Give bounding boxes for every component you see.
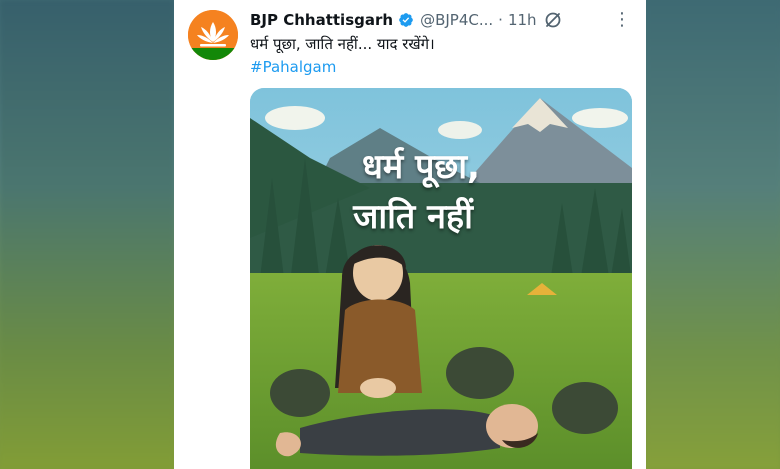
author-handle[interactable]: @BJP4C...: [420, 11, 493, 29]
bjp-lotus-logo: [188, 10, 238, 60]
tweet-media-image[interactable]: धर्म पूछा, जाति नहीं: [250, 88, 632, 469]
blurred-background-right: [646, 0, 780, 469]
grok-icon[interactable]: [543, 10, 563, 30]
hashtag-link[interactable]: #Pahalgam: [250, 58, 336, 76]
tweet-header: BJP Chhattisgarh @BJP4C... · 11h ⋮: [250, 9, 632, 31]
author-name[interactable]: BJP Chhattisgarh: [250, 11, 393, 29]
verified-badge-icon: [398, 12, 414, 28]
image-caption-line-1: धर्म पूछा,: [362, 147, 480, 187]
avatar[interactable]: [188, 10, 238, 60]
separator-dot: ·: [498, 11, 503, 29]
image-caption-line-2: जाति नहीं: [353, 197, 473, 237]
blurred-background-left: [0, 0, 174, 469]
tweet-text: धर्म पूछा, जाति नहीं... याद रखेंगे।: [250, 35, 435, 53]
post-time[interactable]: 11h: [508, 11, 537, 29]
tweet-card[interactable]: BJP Chhattisgarh @BJP4C... · 11h ⋮ धर्म …: [174, 0, 646, 469]
more-icon[interactable]: ⋮: [612, 9, 632, 31]
